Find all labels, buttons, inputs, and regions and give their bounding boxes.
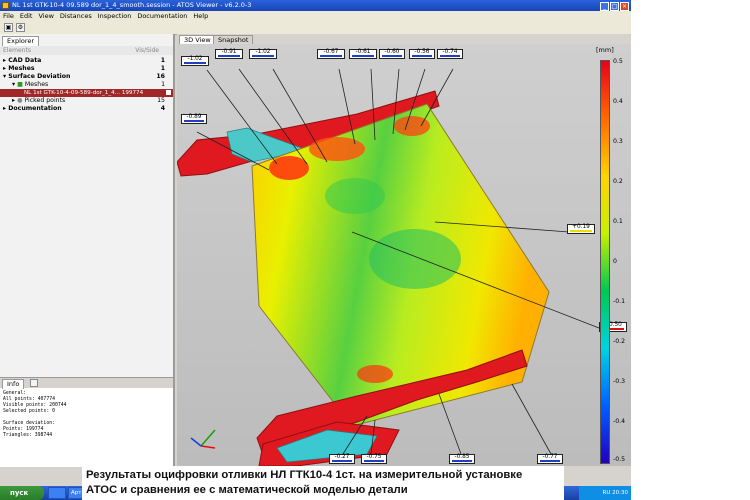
scale-tick: -0.5	[613, 456, 626, 463]
view-axes-triad	[190, 429, 216, 449]
tab-info[interactable]: Info	[2, 379, 25, 389]
hot-spot	[309, 137, 365, 161]
deviation-label[interactable]: -0.85	[449, 454, 475, 464]
mesh-icon: ■	[17, 81, 23, 88]
tree-item-count: 1	[160, 65, 165, 72]
open-icon[interactable]: ▣	[4, 23, 13, 32]
scale-tick: -0.1	[613, 298, 626, 305]
caption-line-2: АТОС и сравнения ее с математической мод…	[86, 484, 408, 496]
menu-documentation[interactable]: Documentation	[134, 11, 190, 21]
tree-item-count: 16	[156, 73, 165, 80]
3d-scene[interactable]: -1.02 -0.91 -1.02 -0.67 -0.61 -0.60 -0.5…	[177, 44, 631, 466]
scale-tick: 0	[613, 258, 617, 265]
deviation-label[interactable]: -0.74	[437, 49, 463, 59]
scale-tick: 0.5	[613, 58, 623, 65]
column-visible[interactable]: Vis/Side	[135, 46, 159, 55]
column-elements[interactable]: Elements	[3, 46, 31, 55]
info-line: Triangles: 398744	[3, 433, 53, 438]
deviation-label[interactable]: -0.89	[181, 114, 207, 124]
tree-item-count: 15	[157, 97, 165, 104]
caption-box: Результаты оцифровки отливки НЛ ГТК10-4 …	[82, 466, 564, 500]
scale-tick: 0.2	[613, 178, 623, 185]
points-icon: ●	[17, 97, 23, 104]
hot-spot	[269, 156, 309, 180]
deviation-label[interactable]: -0.60	[379, 49, 405, 59]
deviation-label[interactable]: +0.19	[567, 224, 595, 234]
system-tray: RU 20:30	[579, 486, 631, 500]
tree-item-surface-deviation[interactable]: ▾ Surface Deviation 16	[0, 73, 173, 81]
visibility-icon[interactable]	[166, 90, 171, 95]
deviation-label[interactable]: -0.27	[329, 454, 355, 464]
tree-item-label: Picked points	[24, 97, 66, 104]
scale-tick: 0.4	[613, 98, 623, 105]
atos-viewer-window: NL 1st GTK-10-4 09.589 dor_1_4_smooth.se…	[0, 0, 631, 500]
view-area: 3D View Snapshot -1.02 -0.91 -1.02 -0.67…	[177, 34, 631, 466]
explorer-panel: Explorer Elements Vis/Side ▸ CAD Data 1 ▸…	[0, 34, 175, 467]
language-indicator[interactable]: RU	[603, 490, 611, 496]
menu-distances[interactable]: Distances	[57, 11, 95, 21]
deviation-label[interactable]: -0.91	[215, 49, 243, 59]
tree-item-label: Meshes	[8, 65, 35, 72]
scale-tick: -0.2	[613, 338, 626, 345]
scale-tick: -0.4	[613, 418, 626, 425]
minimize-button[interactable]: _	[600, 2, 609, 11]
menu-view[interactable]: View	[35, 11, 56, 21]
color-scale-bar	[600, 60, 610, 464]
clock: 20:30	[612, 490, 628, 496]
tree-item-label: Surface Deviation	[8, 73, 71, 80]
tree-item-picked-points[interactable]: ▸ ● Picked points 15	[0, 97, 173, 105]
cool-zone	[325, 178, 385, 214]
app-icon	[2, 2, 9, 9]
tree-item-cad-data[interactable]: ▸ CAD Data 1	[0, 57, 173, 65]
info-tabbar	[0, 378, 173, 388]
settings-icon[interactable]: ⚙	[16, 23, 25, 32]
tree-item-documentation[interactable]: ▸ Documentation 4	[0, 105, 173, 113]
window-title: NL 1st GTK-10-4 09.589 dor_1_4_smooth.se…	[12, 1, 252, 9]
blade-model	[177, 68, 600, 466]
tree-item-sub-meshes[interactable]: ▾ ■ Meshes 1	[0, 81, 173, 89]
tree-item-count: 4	[160, 105, 165, 112]
tree-item-label: Documentation	[8, 105, 62, 112]
copy-icon[interactable]	[30, 379, 38, 387]
scale-tick: 0.1	[613, 218, 623, 225]
menu-bar: File Edit View Distances Inspection Documenta…	[0, 11, 631, 21]
tree-item-selected-mesh[interactable]: NL 1st GTK-10-4-09-589-dor_1_4... 199774	[0, 89, 173, 97]
caption-line-1: Результаты оцифровки отливки НЛ ГТК10-4 …	[86, 469, 523, 481]
deviation-label[interactable]: -1.02	[249, 49, 277, 59]
tree-item-label: CAD Data	[8, 57, 42, 64]
menu-file[interactable]: File	[0, 11, 17, 21]
cool-zone	[369, 229, 461, 289]
scale-tick: -0.3	[613, 378, 626, 385]
scale-tick: 0.3	[613, 138, 623, 145]
tree-item-count: 1	[161, 81, 165, 88]
view-tabbar: 3D View Snapshot	[177, 34, 631, 45]
colorbar-unit: [mm]	[596, 46, 614, 54]
deviation-label[interactable]: -0.61	[349, 49, 377, 59]
menu-edit[interactable]: Edit	[17, 11, 36, 21]
color-scale: 0.5 0.4 0.3 0.2 0.1 0 -0.1 -0.2 -0.3 -0.…	[596, 58, 628, 468]
deviation-label[interactable]: -0.56	[409, 49, 435, 59]
tab-explorer[interactable]: Explorer	[2, 36, 40, 46]
close-button[interactable]: ×	[620, 2, 629, 11]
deviation-label[interactable]: -1.02	[181, 56, 209, 66]
info-panel: Info General: All points: 407774 Visible…	[0, 377, 173, 467]
deviation-label[interactable]: -0.75	[361, 454, 387, 464]
menu-inspection[interactable]: Inspection	[95, 11, 135, 21]
tree-item-meshes[interactable]: ▸ Meshes 1	[0, 65, 173, 73]
taskbar-item[interactable]	[48, 487, 66, 499]
toolbar: ▣ ⚙	[0, 21, 631, 35]
start-button[interactable]: пуск	[0, 486, 44, 500]
deviation-label[interactable]: -0.67	[317, 49, 345, 59]
maximize-button[interactable]: □	[610, 2, 619, 11]
deviation-label[interactable]: -0.77	[537, 454, 563, 464]
info-line: Selected points: 0	[3, 409, 55, 414]
tree-item-label: NL 1st GTK-10-4-09-589-dor_1_4... 199774	[24, 90, 144, 96]
explorer-column-header: Elements Vis/Side	[0, 46, 173, 55]
hot-spot	[357, 365, 393, 383]
tree-item-label: Meshes	[24, 81, 49, 88]
tree-item-count: 1	[160, 57, 165, 64]
title-bar: NL 1st GTK-10-4 09.589 dor_1_4_smooth.se…	[0, 0, 631, 11]
menu-help[interactable]: Help	[190, 11, 211, 21]
